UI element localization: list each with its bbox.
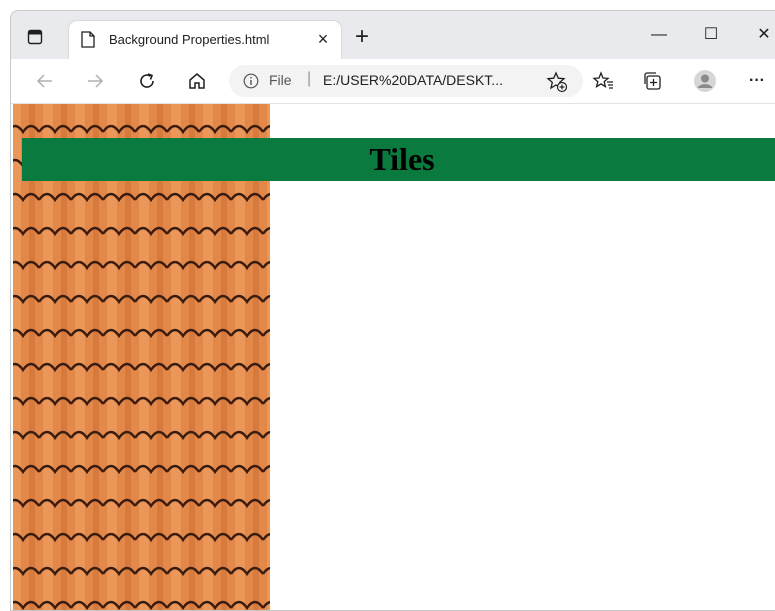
profile-icon[interactable] (693, 69, 717, 93)
refresh-icon[interactable] (135, 69, 159, 93)
more-icon[interactable]: ··· (745, 69, 769, 93)
tab-close-icon[interactable]: × (312, 28, 334, 50)
minimize-icon[interactable]: — (639, 23, 679, 47)
address-url[interactable]: E:/USER%20DATA/DESKT... (323, 72, 503, 88)
page-viewport: Tiles (11, 104, 775, 610)
home-icon[interactable] (185, 69, 209, 93)
tab-background-properties[interactable]: Background Properties.html × (69, 21, 341, 59)
maximize-icon[interactable]: ☐ (691, 23, 731, 47)
tab-title: Background Properties.html (109, 32, 270, 47)
page-heading: Tiles (22, 138, 775, 181)
collections-icon[interactable] (641, 69, 665, 93)
page-icon (81, 31, 97, 49)
back-arrow-icon[interactable] (33, 69, 57, 93)
forward-arrow-icon[interactable] (83, 69, 107, 93)
scheme-label: File (269, 72, 292, 88)
info-icon[interactable] (243, 73, 259, 89)
browser-toolbar: File | E:/USER%20DATA/DESKT... ··· (11, 59, 775, 104)
tab-actions-icon[interactable] (25, 27, 45, 47)
address-bar[interactable]: File | E:/USER%20DATA/DESKT... (229, 65, 583, 97)
browser-window: Background Properties.html × + — ☐ ✕ Fil… (10, 10, 775, 611)
favorites-icon[interactable] (591, 69, 615, 93)
address-separator: | (307, 70, 312, 87)
add-favorite-icon[interactable] (546, 71, 568, 93)
new-tab-icon[interactable]: + (351, 25, 373, 49)
close-window-icon[interactable]: ✕ (744, 23, 775, 47)
tab-bar: Background Properties.html × + — ☐ ✕ (11, 11, 775, 59)
